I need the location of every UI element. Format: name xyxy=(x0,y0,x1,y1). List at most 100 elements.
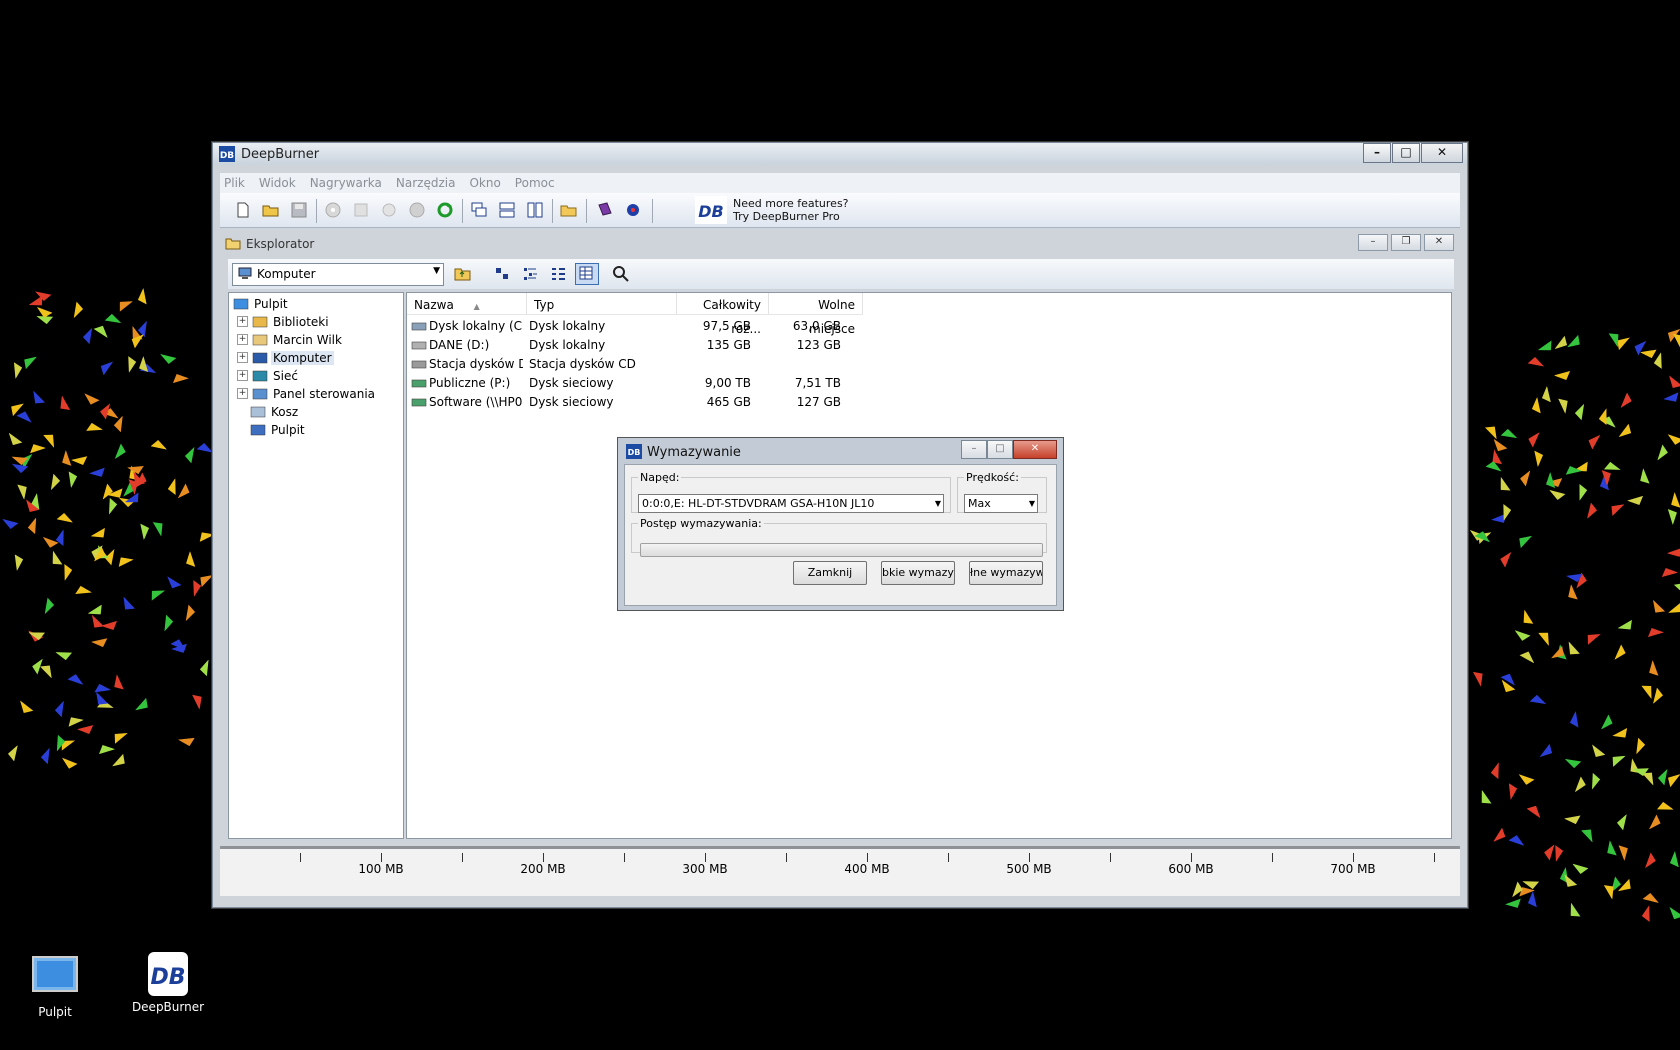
cell-type: Dysk lokalny xyxy=(529,319,606,333)
confetti-piece xyxy=(9,432,24,449)
ruler-label: 200 MB xyxy=(520,862,566,876)
details-view-icon[interactable] xyxy=(575,263,599,285)
table-row[interactable]: Stacja dysków D... Stacja dysków CD xyxy=(407,355,867,374)
confetti-piece xyxy=(43,428,56,448)
speed-select[interactable]: Max ▼ xyxy=(964,494,1038,513)
new-file-icon[interactable] xyxy=(234,201,252,219)
column-header-name[interactable]: Nazwa ▲ xyxy=(407,293,527,315)
confetti-piece xyxy=(61,559,73,581)
close-button[interactable]: ✕ xyxy=(1421,143,1463,163)
column-header-total[interactable]: Całkowity roz... xyxy=(677,293,769,336)
expand-icon[interactable]: + xyxy=(237,370,248,381)
expand-icon[interactable]: + xyxy=(237,334,248,345)
menu-plik[interactable]: Plik xyxy=(224,176,245,190)
menu-nagrywarka[interactable]: Nagrywarka xyxy=(310,176,382,190)
table-row[interactable]: Software (\\HP0... Dysk sieciowy 465 GB 127… xyxy=(407,393,867,412)
confetti-piece xyxy=(1592,744,1606,761)
tree-node[interactable]: + Sieć xyxy=(237,367,300,384)
burn-disc-icon[interactable] xyxy=(324,201,342,219)
confetti-piece xyxy=(1568,711,1580,733)
ruler-label: 600 MB xyxy=(1168,862,1214,876)
expand-icon[interactable]: + xyxy=(237,352,248,363)
explorer-folder-icon[interactable] xyxy=(560,201,578,219)
confetti-piece xyxy=(1499,552,1512,570)
explorer-close-button[interactable]: ✕ xyxy=(1424,234,1454,251)
confetti-piece xyxy=(1531,445,1544,467)
title-bar[interactable]: DB DeepBurner – □ ✕ xyxy=(213,143,1467,165)
column-header-type[interactable]: Typ xyxy=(527,293,677,315)
table-row[interactable]: Dysk lokalny (C:) Dysk lokalny 97,5 GB 63,0… xyxy=(407,317,867,336)
explorer-toolbar: Komputer ▼ xyxy=(228,259,1454,289)
confetti-piece xyxy=(1518,774,1537,786)
small-icons-view-icon[interactable] xyxy=(522,265,539,282)
explorer-minimize-button[interactable]: – xyxy=(1358,234,1388,251)
tile-horizontal-icon[interactable] xyxy=(498,201,516,219)
cascade-windows-icon[interactable] xyxy=(470,201,488,219)
desktop-icon-pulpit[interactable]: Pulpit xyxy=(10,955,100,1019)
drive-icon xyxy=(411,376,427,390)
save-icon[interactable] xyxy=(290,201,308,219)
menu-widok[interactable]: Widok xyxy=(259,176,296,190)
tree-node[interactable]: Pulpit xyxy=(237,421,307,438)
tile-vertical-icon[interactable] xyxy=(526,201,544,219)
confetti-piece xyxy=(76,722,98,735)
dialog-body: Napęd: 0:0:0,E: HL-DT-STDVDRAM GSA-H10N … xyxy=(624,464,1057,606)
disc-info-icon[interactable] xyxy=(408,201,426,219)
menu-pomoc[interactable]: Pomoc xyxy=(515,176,555,190)
menu-narzedzia[interactable]: Narzędzia xyxy=(396,176,456,190)
refresh-icon[interactable] xyxy=(436,201,454,219)
menu-okno[interactable]: Okno xyxy=(469,176,500,190)
table-row[interactable]: DANE (D:) Dysk lokalny 135 GB 123 GB xyxy=(407,336,867,355)
ruler-tick xyxy=(300,853,301,862)
explorer-restore-button[interactable]: ❐ xyxy=(1391,234,1421,251)
list-view-icon[interactable] xyxy=(550,265,567,282)
help-book-icon[interactable] xyxy=(596,201,614,219)
close-dialog-button[interactable]: Zamknij xyxy=(793,561,867,585)
ruler-label: 500 MB xyxy=(1006,862,1052,876)
column-header-free[interactable]: Wolne miejsce xyxy=(769,293,863,336)
folder-icon xyxy=(252,369,268,383)
tree-node[interactable]: + Panel sterowania xyxy=(237,385,377,402)
expand-icon[interactable]: + xyxy=(237,388,248,399)
tree-node[interactable]: + Komputer xyxy=(237,349,334,366)
dialog-title-bar[interactable]: DB Wymazywanie – □ ✕ xyxy=(618,438,1063,464)
tree-node[interactable]: Pulpit xyxy=(233,295,290,312)
tree-node[interactable]: + Biblioteki xyxy=(237,313,331,330)
tree-node[interactable]: + Marcin Wilk xyxy=(237,331,344,348)
desktop-icon-deepburner[interactable]: DB DeepBurner xyxy=(123,950,213,1014)
explorer-title-bar[interactable]: Eksplorator – ❐ ✕ xyxy=(220,231,1460,255)
cell-name: DANE (D:) xyxy=(411,338,523,352)
drive-select[interactable]: 0:0:0,E: HL-DT-STDVDRAM GSA-H10N JL10 ▼ xyxy=(638,494,944,513)
location-combo[interactable]: Komputer ▼ xyxy=(232,263,444,286)
copy-disc-icon[interactable] xyxy=(352,201,370,219)
open-folder-icon[interactable] xyxy=(262,201,280,219)
confetti-piece xyxy=(152,516,165,537)
desktop-icon-label: DeepBurner xyxy=(131,1000,205,1014)
confetti-piece xyxy=(1617,814,1627,834)
full-erase-button[interactable]: łne wymazywa xyxy=(969,561,1043,585)
about-icon[interactable] xyxy=(624,201,642,219)
promo-banner[interactable]: DB Need more features? Try DeepBurner Pr… xyxy=(695,195,849,225)
dialog-close-button[interactable]: ✕ xyxy=(1013,440,1057,459)
tree-node[interactable]: Kosz xyxy=(237,403,300,420)
confetti-piece xyxy=(1587,499,1597,519)
confetti-piece xyxy=(1670,907,1680,923)
confetti-piece xyxy=(54,700,65,721)
confetti-piece xyxy=(200,660,211,681)
minimize-button[interactable]: – xyxy=(1363,143,1391,163)
search-icon[interactable] xyxy=(612,265,629,282)
progress-group: Postęp wymazywania: xyxy=(631,517,1047,557)
confetti-piece xyxy=(1497,428,1518,439)
confetti-piece xyxy=(1657,442,1668,461)
maximize-button[interactable]: □ xyxy=(1392,143,1420,163)
large-icons-view-icon[interactable] xyxy=(494,265,511,282)
erase-icon[interactable] xyxy=(380,201,398,219)
confetti-piece xyxy=(101,314,122,325)
expand-icon[interactable]: + xyxy=(237,316,248,327)
quick-erase-button[interactable]: bkie wymazyw. xyxy=(881,561,955,585)
table-row[interactable]: Publiczne (P:) Dysk sieciowy 9,00 TB 7,51 T… xyxy=(407,374,867,393)
ruler-tick xyxy=(543,853,544,862)
up-folder-icon[interactable] xyxy=(454,265,471,282)
main-toolbar: DB Need more features? Try DeepBurner Pr… xyxy=(220,193,1460,228)
confetti-piece xyxy=(1652,802,1674,814)
